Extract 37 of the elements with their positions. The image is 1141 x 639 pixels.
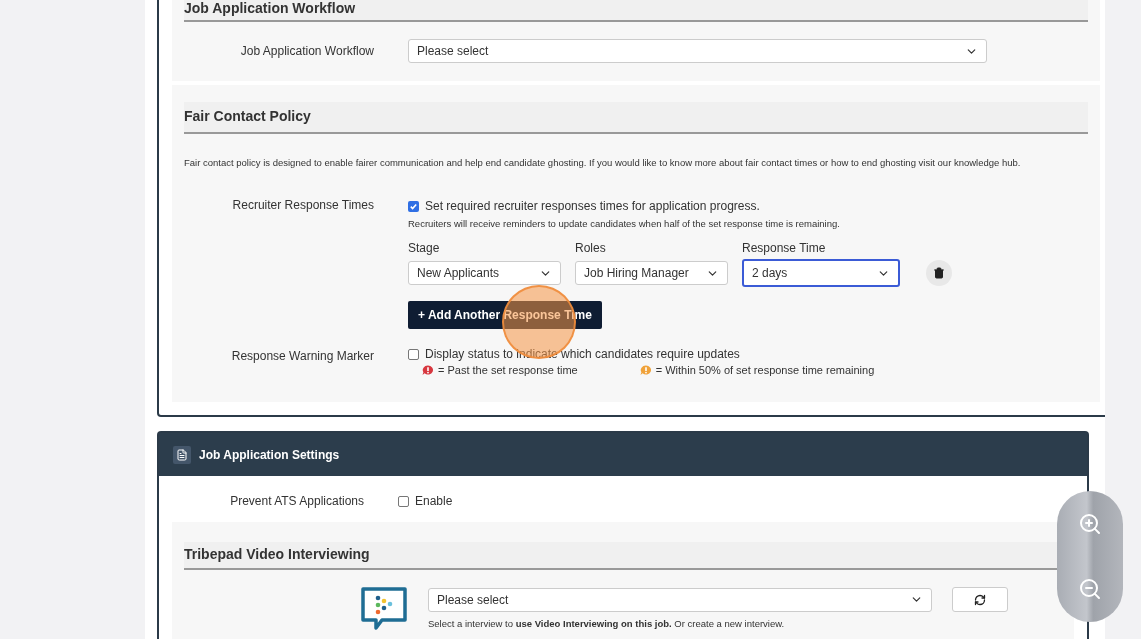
video-chat-logo-icon bbox=[360, 587, 408, 631]
checkbox[interactable] bbox=[398, 495, 409, 507]
zoom-out-button[interactable] bbox=[1078, 577, 1102, 602]
document-icon bbox=[173, 445, 191, 464]
field-label: Job Application Workflow bbox=[239, 44, 375, 58]
zoom-in-button[interactable] bbox=[1078, 511, 1102, 536]
field-label: Recruiter Response Times bbox=[231, 198, 375, 212]
zoom-in-icon bbox=[1078, 511, 1102, 536]
dropdown[interactable]: Please select bbox=[428, 587, 932, 612]
help-text: Recruiters will receive reminders to update candidates when half of the set response time is remaining. bbox=[408, 217, 841, 231]
description-text: Fair contact policy is designed to enable fairer communication and help end candidate ghosting. If you would like to know more about fair contact times or how to end ghosting visit our knowledge hub. bbox=[184, 156, 1022, 170]
field-label: Prevent ATS Applications bbox=[229, 494, 365, 508]
section-heading: Job Application Workflow bbox=[184, 0, 356, 16]
section-heading: Fair Contact Policy bbox=[184, 108, 311, 124]
zoom-out-icon bbox=[1078, 577, 1102, 602]
column-heading: Response Time bbox=[742, 241, 827, 255]
column-heading: Roles bbox=[575, 241, 607, 255]
legend-text: = Past the set response time bbox=[438, 364, 578, 376]
section-heading: Tribepad Video Interviewing bbox=[184, 546, 370, 562]
dropdown[interactable]: 2 days bbox=[742, 259, 900, 287]
dropdown[interactable]: Job Hiring Manager bbox=[575, 261, 728, 285]
delete-button[interactable] bbox=[926, 260, 952, 286]
dropdown[interactable]: Please select bbox=[408, 39, 987, 63]
field-label: Response Warning Marker bbox=[230, 349, 375, 363]
dropdown[interactable]: New Applicants bbox=[408, 261, 561, 285]
checkbox-label: Set required recruiter responses times for application progress. bbox=[425, 199, 760, 213]
column-heading: Stage bbox=[408, 241, 441, 255]
checkbox[interactable] bbox=[408, 348, 419, 360]
trash-icon bbox=[933, 267, 945, 279]
checkbox[interactable] bbox=[408, 200, 419, 212]
refresh-button[interactable] bbox=[952, 587, 1008, 612]
help-text: Select a interview to use Video Interviewing on this job. Or create a new interview. bbox=[428, 618, 786, 629]
legend-text: = Within 50% of set response time remaining bbox=[655, 364, 875, 376]
checkbox-label: Enable bbox=[415, 494, 453, 508]
checkbox-label: Display status to indicate which candidates require updates bbox=[425, 347, 740, 361]
card-title: Job Application Settings bbox=[199, 447, 340, 462]
refresh-icon bbox=[974, 593, 986, 606]
